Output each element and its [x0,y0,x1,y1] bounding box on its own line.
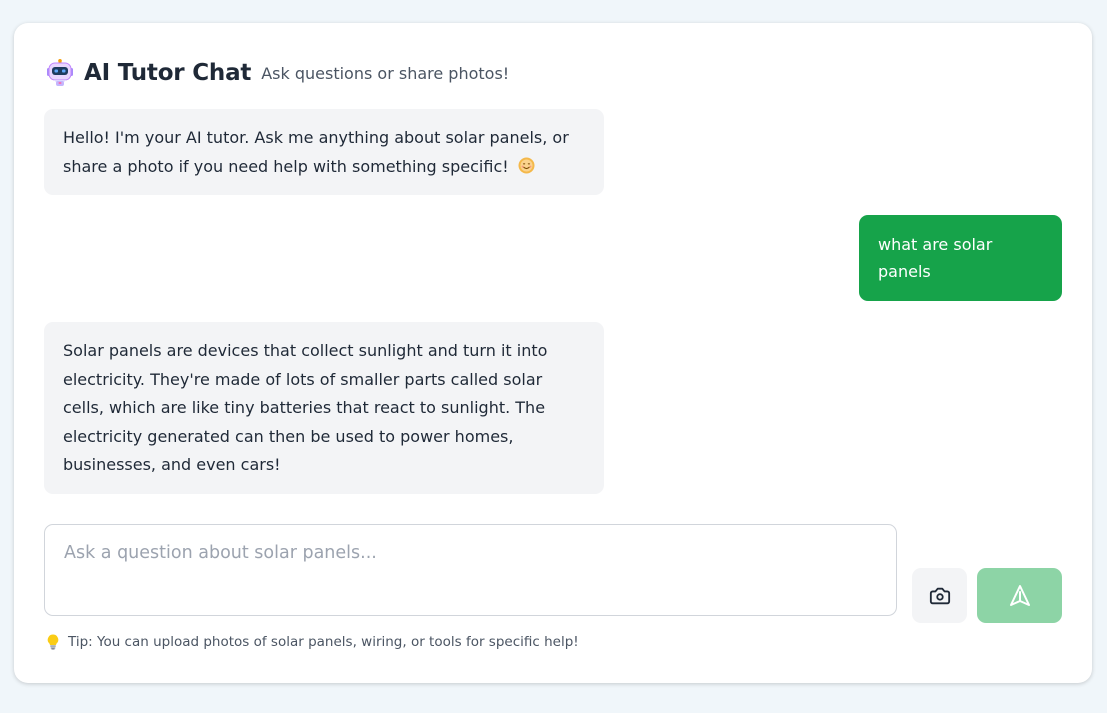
send-button[interactable] [977,568,1062,623]
user-message: what are solar panels [859,215,1062,301]
tip-text: Tip: You can upload photos of solar pane… [68,634,579,650]
assistant-message: Hello! I'm your AI tutor. Ask me anythin… [44,109,604,195]
tip-row: Tip: You can upload photos of solar pane… [47,634,579,650]
camera-icon [929,585,951,607]
sun-smile-icon [518,155,535,173]
assistant-message: Solar panels are devices that collect su… [44,322,604,494]
question-input[interactable] [44,524,897,616]
send-icon [1008,584,1032,608]
chat-header: AI Tutor Chat Ask questions or share pho… [46,57,509,89]
lightbulb-icon [47,634,59,650]
message-text: Solar panels are devices that collect su… [63,341,548,474]
chat-card: AI Tutor Chat Ask questions or share pho… [14,23,1092,683]
message-text: what are solar panels [878,235,993,281]
robot-icon [46,59,74,87]
message-text: Hello! I'm your AI tutor. Ask me anythin… [63,128,569,176]
page-subtitle: Ask questions or share photos! [261,63,510,83]
page-title: AI Tutor Chat [84,60,252,86]
upload-photo-button[interactable] [912,568,967,623]
